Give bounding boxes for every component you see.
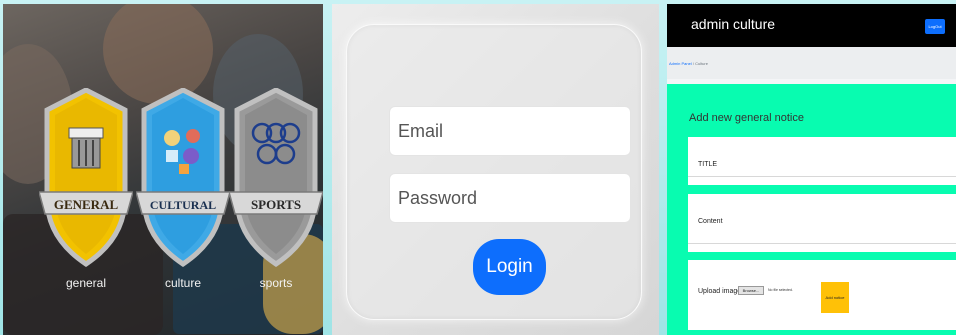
- notice-form-section: Add new general notice TITLE Content Upl…: [667, 84, 956, 335]
- upload-row: Upload image Browse... No file selected.…: [688, 260, 956, 330]
- category-panel: GENERAL general CULTURAL culture SPORTS …: [3, 4, 323, 335]
- screenshot-collage: GENERAL general CULTURAL culture SPORTS …: [0, 0, 956, 335]
- content-input[interactable]: Content: [688, 194, 956, 252]
- book-icon: [68, 127, 104, 169]
- sports-badge-icon: SPORTS: [229, 88, 323, 268]
- breadcrumb-admin-panel-link[interactable]: Admin Panel: [669, 61, 692, 66]
- content-label: Content: [698, 218, 723, 225]
- logout-button[interactable]: LogOut: [925, 19, 945, 34]
- general-badge-icon: GENERAL: [39, 88, 133, 268]
- no-file-text: No file selected.: [768, 288, 793, 292]
- breadcrumb-separator: /: [692, 61, 694, 66]
- add-notice-button[interactable]: Add notice: [821, 282, 849, 313]
- svg-text:GENERAL: GENERAL: [54, 197, 119, 212]
- category-label[interactable]: general: [39, 276, 133, 290]
- input-underline: [688, 243, 956, 244]
- culture-badge-icon: CULTURAL: [136, 88, 230, 268]
- title-input[interactable]: TITLE: [688, 137, 956, 185]
- email-field[interactable]: Email: [389, 106, 631, 156]
- cultural-category-badge[interactable]: CULTURAL culture: [136, 88, 230, 290]
- svg-text:SPORTS: SPORTS: [251, 197, 301, 212]
- category-label[interactable]: sports: [229, 276, 323, 290]
- input-underline: [688, 176, 956, 177]
- breadcrumb-trail: Admin Panel / Culture: [669, 61, 708, 66]
- category-label[interactable]: culture: [136, 276, 230, 290]
- sports-category-badge[interactable]: SPORTS sports: [229, 88, 323, 290]
- breadcrumb-current: Culture: [695, 61, 708, 66]
- brand-title: admin culture: [691, 16, 776, 32]
- admin-panel: admin culture LogOut Admin Panel / Cultu…: [667, 4, 956, 335]
- breadcrumb: Admin Panel / Culture: [667, 47, 956, 79]
- svg-text:CULTURAL: CULTURAL: [150, 198, 216, 212]
- password-field[interactable]: Password: [389, 173, 631, 223]
- general-category-badge[interactable]: GENERAL general: [39, 88, 133, 290]
- browse-button[interactable]: Browse...: [738, 286, 764, 295]
- login-card: Email Password Login: [346, 24, 642, 320]
- form-title: Add new general notice: [689, 112, 804, 124]
- login-button[interactable]: Login: [473, 239, 546, 295]
- upload-label: Upload image: [698, 288, 742, 295]
- navbar: admin culture LogOut: [667, 4, 956, 47]
- title-label: TITLE: [698, 161, 718, 168]
- login-panel: Email Password Login: [332, 4, 659, 335]
